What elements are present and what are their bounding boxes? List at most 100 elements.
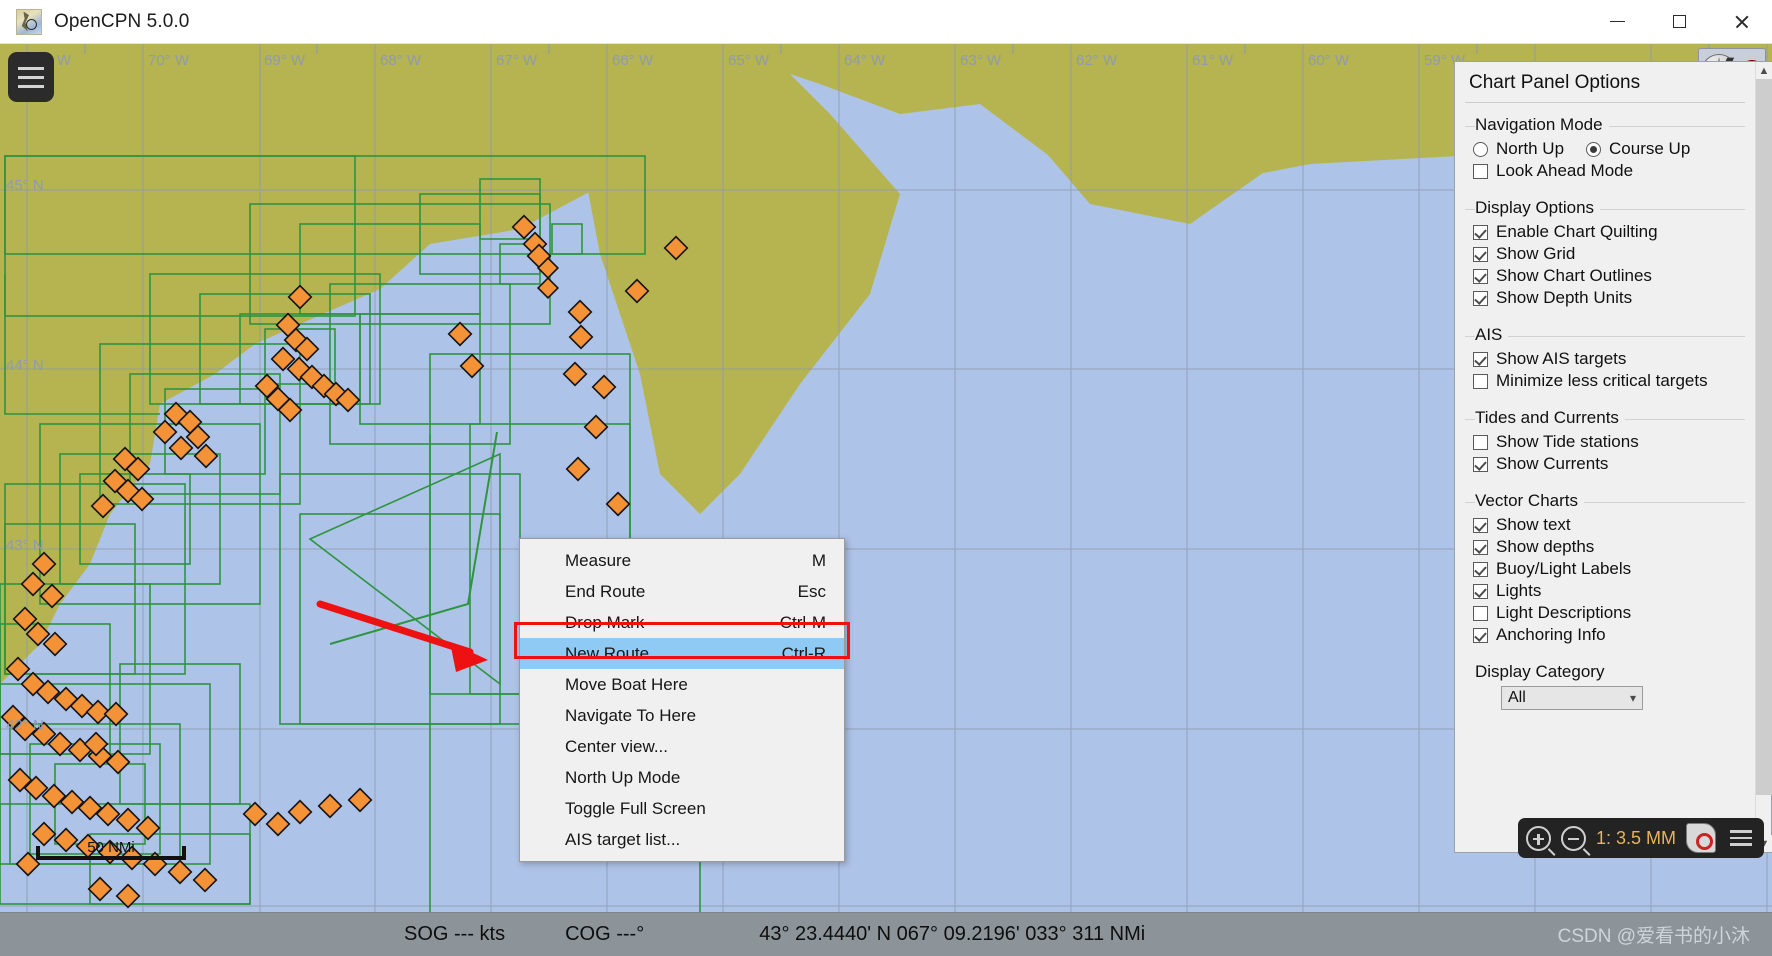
checkbox-option[interactable]: Show Grid xyxy=(1473,243,1745,265)
context-menu-item-accelerator: Ctrl-R xyxy=(781,643,826,663)
minimize-icon xyxy=(1609,20,1625,23)
checkbox-checked-icon[interactable] xyxy=(1473,539,1488,555)
zoom-out-icon[interactable] xyxy=(1560,825,1586,851)
scale-bar-label: 50 NMi xyxy=(87,839,135,856)
options-panel-body: Chart Panel Options Navigation Mode North… xyxy=(1455,62,1755,852)
close-icon xyxy=(1734,14,1749,29)
radio-checked-icon[interactable] xyxy=(1586,141,1602,157)
close-button[interactable] xyxy=(1710,0,1772,44)
display-category-select[interactable]: All ▾ xyxy=(1501,686,1643,710)
chevron-up-icon[interactable]: ▲ xyxy=(1756,62,1772,79)
checkbox-option[interactable]: Enable Chart Quilting xyxy=(1473,221,1745,243)
checkbox-option-label: Show Depth Units xyxy=(1496,288,1633,307)
checkbox-option-label: Minimize less critical targets xyxy=(1496,371,1708,390)
context-menu-item-label: AIS target list... xyxy=(565,829,681,849)
context-menu-item-label: New Route... xyxy=(565,643,664,663)
checkbox-option[interactable]: Show text xyxy=(1473,514,1745,536)
checkbox-option[interactable]: Minimize less critical targets xyxy=(1473,370,1745,392)
checkbox-unchecked-icon[interactable] xyxy=(1473,163,1488,179)
hamburger-bar xyxy=(18,84,44,88)
options-group-legend-row: AIS xyxy=(1465,325,1745,345)
context-menu-item-label: Toggle Full Screen xyxy=(565,798,706,818)
checkbox-option[interactable]: Anchoring Info xyxy=(1473,624,1745,646)
maximize-button[interactable] xyxy=(1648,0,1710,44)
context-menu-item-label: End Route xyxy=(565,581,646,601)
options-panel-scrollbar[interactable]: ▲ ▼ xyxy=(1755,62,1772,852)
context-menu-item[interactable]: Toggle Full Screen xyxy=(520,793,844,824)
checkbox-checked-icon[interactable] xyxy=(1473,456,1488,472)
display-category-legend-row: Display Category xyxy=(1465,662,1745,682)
minimize-button[interactable] xyxy=(1586,0,1648,44)
checkbox-option[interactable]: Show Tide stations xyxy=(1473,431,1745,453)
checkbox-unchecked-icon[interactable] xyxy=(1473,434,1488,450)
options-group: Display Options Enable Chart Quilting Show… xyxy=(1465,198,1745,309)
context-menu-item[interactable]: Move Boat Here xyxy=(520,669,844,700)
checkbox-option-label: Buoy/Light Labels xyxy=(1496,559,1632,578)
panel-title: Chart Panel Options xyxy=(1469,72,1641,93)
radio-unchecked-icon[interactable] xyxy=(1473,141,1488,157)
context-menu-item-accelerator: Esc xyxy=(797,581,826,601)
scale-bar-tick-left xyxy=(36,846,40,860)
checkbox-option[interactable]: Show AIS targets xyxy=(1473,348,1745,370)
context-menu-item-accelerator: Ctrl-M xyxy=(779,612,826,632)
checkbox-option[interactable]: Buoy/Light Labels xyxy=(1473,558,1745,580)
checkbox-unchecked-icon[interactable] xyxy=(1473,605,1488,621)
checkbox-checked-icon[interactable] xyxy=(1473,561,1488,577)
hamburger-menu-icon[interactable] xyxy=(8,52,54,102)
checkbox-checked-icon[interactable] xyxy=(1473,224,1488,240)
checkbox-checked-icon[interactable] xyxy=(1473,246,1488,262)
status-position: 43° 23.4440' N 067° 09.2196' 033° 311 NM… xyxy=(759,923,1146,945)
options-group-body: Show AIS targets Minimize less critical t… xyxy=(1465,348,1745,392)
checkbox-option[interactable]: Show Depth Units xyxy=(1473,287,1745,309)
window-title: OpenCPN 5.0.0 xyxy=(54,10,190,32)
context-menu-item-label: Navigate To Here xyxy=(565,705,697,725)
context-menu-item[interactable]: End Route Esc xyxy=(520,576,844,607)
panel-divider xyxy=(1465,102,1745,103)
context-menu-item[interactable]: Measure M xyxy=(520,545,844,576)
checkbox-option[interactable]: Light Descriptions xyxy=(1473,602,1745,624)
options-group-legend-row: Tides and Currents xyxy=(1465,408,1745,428)
checkbox-option-label: Show Tide stations xyxy=(1496,432,1639,451)
zoom-in-icon[interactable] xyxy=(1525,825,1551,851)
title-bar: OpenCPN 5.0.0 xyxy=(0,0,1772,44)
chart-context-menu[interactable]: Measure M End Route Esc Drop Mark Ctrl-M New R… xyxy=(519,538,845,862)
options-group-legend-row: Vector Charts xyxy=(1465,491,1745,511)
checkbox-checked-icon[interactable] xyxy=(1473,351,1488,367)
context-menu-item[interactable]: North Up Mode xyxy=(520,762,844,793)
checkbox-option-label: Show Currents xyxy=(1496,454,1609,473)
zoom-toolbar[interactable]: 1: 3.5 MM xyxy=(1517,818,1764,858)
checkbox-option[interactable]: Lights xyxy=(1473,580,1745,602)
radio-option[interactable]: North Up xyxy=(1473,139,1564,159)
radio-option-label: Course Up xyxy=(1609,139,1691,158)
checkbox-checked-icon[interactable] xyxy=(1473,517,1488,533)
radio-option-label: North Up xyxy=(1496,139,1565,158)
toolbar-menu-icon[interactable] xyxy=(1726,830,1756,846)
chart-panel-options[interactable]: Chart Panel Options Navigation Mode North… xyxy=(1454,61,1772,853)
checkbox-checked-icon[interactable] xyxy=(1473,583,1488,599)
options-group-legend: Display Options xyxy=(1475,198,1601,218)
checkbox-option[interactable]: Show depths xyxy=(1473,536,1745,558)
context-menu-item[interactable]: Center view... xyxy=(520,731,844,762)
scrollbar-thumb[interactable] xyxy=(1756,79,1772,795)
radio-option[interactable]: Course Up xyxy=(1586,139,1690,159)
context-menu-item[interactable]: New Route... Ctrl-R xyxy=(520,638,844,669)
options-group-legend: Vector Charts xyxy=(1475,491,1584,511)
watermark: CSDN @爱看书的小沐 xyxy=(1557,926,1750,947)
checkbox-option[interactable]: Show Currents xyxy=(1473,453,1745,475)
context-menu-item[interactable]: Drop Mark Ctrl-M xyxy=(520,607,844,638)
scale-bar-tick-right xyxy=(182,846,186,860)
checkbox-option[interactable]: Show Chart Outlines xyxy=(1473,265,1745,287)
options-group: Navigation Mode North Up Course Up Look Ahe… xyxy=(1465,115,1745,182)
checkbox-checked-icon[interactable] xyxy=(1473,290,1488,306)
context-menu-item[interactable]: Navigate To Here xyxy=(520,700,844,731)
follow-boat-icon[interactable] xyxy=(1686,823,1716,853)
checkbox-option[interactable]: Look Ahead Mode xyxy=(1473,160,1745,182)
context-menu-item-label: Measure xyxy=(565,550,632,570)
checkbox-checked-icon[interactable] xyxy=(1473,268,1488,284)
checkbox-checked-icon[interactable] xyxy=(1473,627,1488,643)
checkbox-option-label: Anchoring Info xyxy=(1496,625,1606,644)
checkbox-option-label: Show text xyxy=(1496,515,1571,534)
checkbox-unchecked-icon[interactable] xyxy=(1473,373,1488,389)
status-bar: SOG --- kts COG ---° 43° 23.4440' N 067°… xyxy=(0,912,1772,956)
context-menu-item[interactable]: AIS target list... xyxy=(520,824,844,855)
